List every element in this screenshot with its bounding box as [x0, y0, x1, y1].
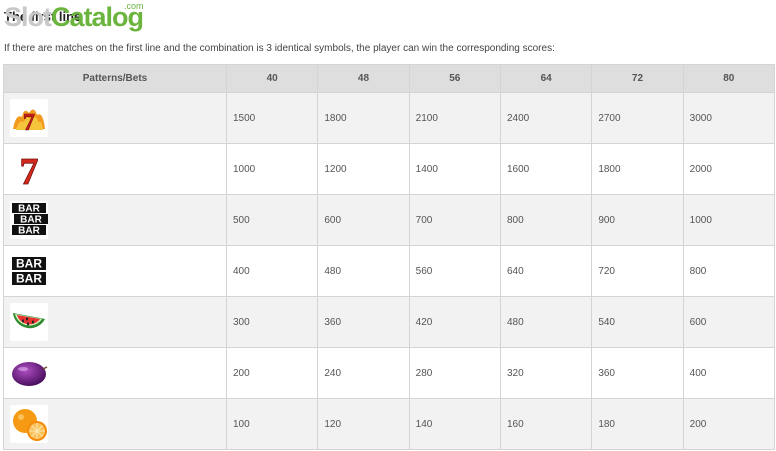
payout-cell: 300	[225, 296, 319, 348]
payout-cell: 200	[225, 347, 319, 399]
payout-cell: 560	[408, 245, 501, 297]
paytable-header-row: Patterns/Bets 40 48 56 64 72 80	[3, 64, 776, 93]
table-row: 200 240 280 320 360 400	[3, 347, 776, 399]
bar-label: BAR	[16, 272, 42, 286]
header-bet-48: 48	[317, 64, 410, 93]
payout-cell: 360	[591, 347, 684, 399]
intro-text: If there are matches on the first line a…	[4, 43, 555, 54]
payout-cell: 3000	[682, 92, 776, 144]
header-bet-40: 40	[225, 64, 319, 93]
symbol-cell: 7	[3, 92, 227, 144]
payout-cell: 320	[499, 347, 593, 399]
bar-label: BAR	[18, 226, 40, 237]
payout-cell: 2100	[408, 92, 501, 144]
payout-cell: 2400	[499, 92, 593, 144]
payout-cell: 600	[317, 194, 410, 246]
payout-cell: 1400	[408, 143, 501, 195]
table-row: 100 120 140 160 180 200	[3, 398, 776, 450]
symbol-cell	[3, 296, 227, 348]
header-bet-56: 56	[408, 64, 501, 93]
payout-cell: 400	[225, 245, 319, 297]
table-row: BAR BAR BAR 500 600 700 800 900 1000	[3, 194, 776, 246]
payout-cell: 1800	[591, 143, 684, 195]
payout-cell: 200	[682, 398, 776, 450]
symbol-cell	[3, 398, 227, 450]
double-bar-icon: BAR BAR	[10, 252, 48, 290]
payout-cell: 720	[591, 245, 684, 297]
payout-cell: 600	[682, 296, 776, 348]
header-bet-80: 80	[682, 64, 776, 93]
symbol-cell: BAR BAR BAR	[3, 194, 227, 246]
bar-label: BAR	[16, 257, 42, 271]
paytable: Patterns/Bets 40 48 56 64 72 80 7 1500 1…	[3, 64, 776, 450]
plum-icon	[10, 354, 48, 392]
table-row: 7 1000 1200 1400 1600 1800 2000	[3, 143, 776, 195]
table-row: 300 360 420 480 540 600	[3, 296, 776, 348]
header-bet-72: 72	[591, 64, 684, 93]
bar-label: BAR	[18, 204, 40, 215]
payout-cell: 1800	[317, 92, 410, 144]
payout-cell: 700	[408, 194, 501, 246]
payout-cell: 420	[408, 296, 501, 348]
slotcatalog-watermark-logo: SlotCatalog .com	[4, 1, 144, 32]
payout-cell: 180	[591, 398, 684, 450]
bar-label: BAR	[20, 215, 42, 226]
symbol-cell: 7	[3, 143, 227, 195]
payout-cell: 900	[591, 194, 684, 246]
watermelon-icon	[10, 303, 48, 341]
payout-cell: 120	[317, 398, 410, 450]
payout-cell: 500	[225, 194, 319, 246]
header-patterns-bets: Patterns/Bets	[3, 64, 227, 93]
payout-cell: 1200	[317, 143, 410, 195]
payout-cell: 400	[682, 347, 776, 399]
symbol-cell: BAR BAR	[3, 245, 227, 297]
red-seven-icon: 7	[10, 150, 48, 193]
payout-cell: 800	[682, 245, 776, 297]
table-row: 7 1500 1800 2100 2400 2700 3000	[3, 92, 776, 144]
logo-suffix: .com	[124, 1, 144, 11]
payout-cell: 1500	[225, 92, 319, 144]
payout-cell: 280	[408, 347, 501, 399]
payout-cell: 100	[225, 398, 319, 450]
payout-cell: 800	[499, 194, 593, 246]
fire-seven-glyph: 7	[23, 110, 35, 136]
red-seven-glyph: 7	[20, 151, 39, 188]
payout-cell: 1600	[499, 143, 593, 195]
header-bet-64: 64	[499, 64, 593, 93]
fire-seven-icon: 7	[10, 99, 48, 137]
payout-cell: 240	[317, 347, 410, 399]
payout-cell: 480	[317, 245, 410, 297]
payout-cell: 1000	[682, 194, 776, 246]
payout-cell: 140	[408, 398, 501, 450]
triple-bar-icon: BAR BAR BAR	[10, 201, 48, 239]
payout-cell: 360	[317, 296, 410, 348]
payout-cell: 2700	[591, 92, 684, 144]
payout-cell: 1000	[225, 143, 319, 195]
logo-part-slot: Slot	[4, 2, 52, 32]
symbol-cell	[3, 347, 227, 399]
payout-cell: 640	[499, 245, 593, 297]
payout-cell: 160	[499, 398, 593, 450]
payout-cell: 2000	[682, 143, 776, 195]
orange-icon	[10, 405, 48, 443]
table-row: BAR BAR 400 480 560 640 720 800	[3, 245, 776, 297]
payout-cell: 540	[591, 296, 684, 348]
payout-cell: 480	[499, 296, 593, 348]
